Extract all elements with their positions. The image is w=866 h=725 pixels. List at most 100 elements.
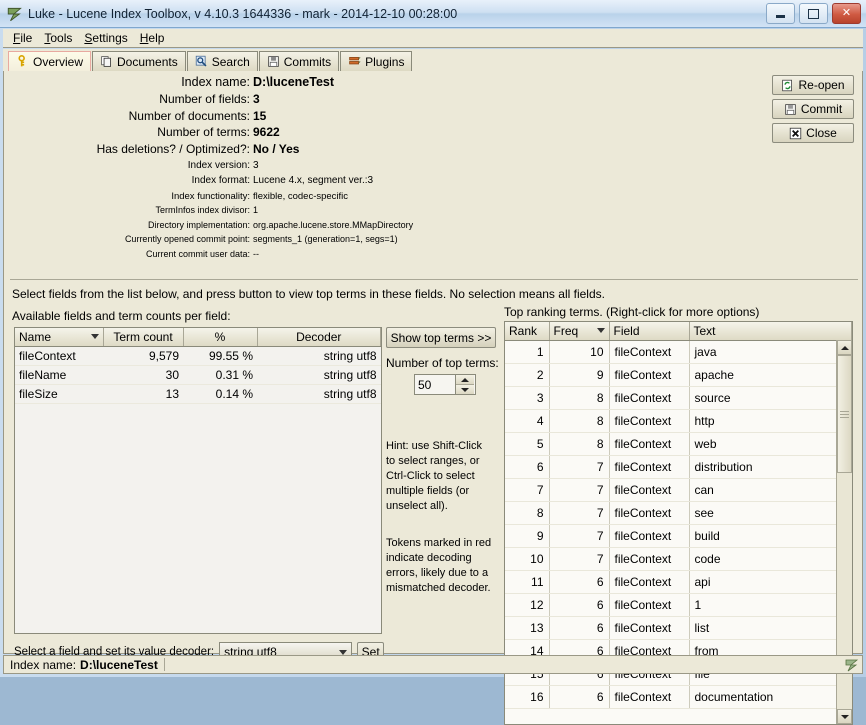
field-name-cell: fileContext [15,346,103,366]
tab-bar: Overview Documents Search Commits Plugin… [3,49,863,71]
info-row-index-name: Index name: D:\luceneTest [181,75,335,89]
info-row-commit-user-data: Current commit user data: -- [145,248,259,259]
tab-documents-label: Documents [117,54,178,69]
table-row[interactable]: 13 6 fileContext list [505,616,852,640]
scroll-down-button[interactable] [837,709,852,724]
overview-panel: Index name: D:\luceneTest Number of field… [3,71,863,725]
menu-item-settings[interactable]: Settings [80,30,135,46]
close-index-button-label: Close [806,126,837,140]
terms-col-field[interactable]: Field [609,322,690,341]
table-row[interactable]: fileName 30 0.31 % string utf8 [15,365,381,385]
title-bar: Luke - Lucene Index Toolbox, v 4.10.3 16… [0,0,866,28]
terms-field-cell: fileContext [609,455,690,479]
field-percent-cell: 0.14 % [183,384,257,404]
terms-text-cell: code [689,547,852,571]
minimize-button[interactable] [766,3,795,24]
grip-icon [840,410,849,418]
terms-text-cell: documentation [689,685,852,709]
terms-freq-cell: 6 [549,570,610,594]
index-action-buttons: Re-open Commit Close [772,75,854,143]
table-row[interactable]: 2 9 fileContext apache [505,363,852,387]
stepper-down-button[interactable] [456,385,474,394]
chevron-up-icon [840,345,849,350]
available-fields-table[interactable]: Name Term count % Decoder fileContext 9,… [14,327,382,634]
terms-text-cell: can [689,478,852,502]
fields-col-term-count[interactable]: Term count [103,328,184,347]
close-index-button[interactable]: Close [772,123,854,143]
stepper-up-button[interactable] [456,375,474,385]
fields-col-percent[interactable]: % [183,328,258,347]
terms-field-cell: fileContext [609,340,690,364]
table-row[interactable]: 3 8 fileContext source [505,386,852,410]
section-divider [10,279,858,280]
commit-button[interactable]: Commit [772,99,854,119]
terms-freq-cell: 6 [549,593,610,617]
table-row[interactable]: 12 6 fileContext 1 [505,593,852,617]
terms-text-cell: http [689,409,852,433]
terms-field-cell: fileContext [609,616,690,640]
terms-freq-cell: 9 [549,363,610,387]
chevron-up-icon [461,377,469,382]
table-row[interactable]: 8 7 fileContext see [505,501,852,525]
fields-col-decoder[interactable]: Decoder [257,328,381,347]
table-row[interactable]: 6 7 fileContext distribution [505,455,852,479]
scroll-up-button[interactable] [837,340,852,355]
table-row[interactable]: 16 6 fileContext documentation [505,685,852,709]
table-row[interactable]: 11 6 fileContext api [505,570,852,594]
tab-search[interactable]: Search [186,51,258,71]
terms-text-cell: build [689,524,852,548]
terms-rank-cell: 9 [505,524,550,548]
table-row[interactable]: fileSize 13 0.14 % string utf8 [15,384,381,404]
x-icon [789,127,802,139]
terms-text-cell: api [689,570,852,594]
terms-rank-cell: 8 [505,501,550,525]
reopen-icon [782,79,793,91]
tab-overview[interactable]: Overview [8,51,92,71]
show-top-terms-button[interactable]: Show top terms >> [386,327,496,348]
sort-caret-icon [90,334,99,340]
terms-col-rank[interactable]: Rank [505,322,550,341]
table-row[interactable]: 7 7 fileContext can [505,478,852,502]
status-bar: Index name: D:\luceneTest [3,655,863,674]
field-decoder-cell: string utf8 [257,365,381,385]
table-row[interactable]: 4 8 fileContext http [505,409,852,433]
tab-documents[interactable]: Documents [92,51,186,71]
menu-item-file[interactable]: File [9,30,40,46]
decoding-hint-text: Tokens marked in red indicate decoding e… [386,537,492,594]
tab-plugins-label: Plugins [365,54,405,69]
table-row[interactable]: 9 7 fileContext build [505,524,852,548]
terms-col-text[interactable]: Text [689,322,852,341]
terms-field-cell: fileContext [609,478,690,502]
table-row[interactable]: 1 10 fileContext java [505,340,852,364]
menu-item-help[interactable]: Help [136,30,173,46]
terms-freq-cell: 7 [549,501,610,525]
terms-field-cell: fileContext [609,363,690,387]
terms-freq-cell: 7 [549,478,610,502]
terms-text-cell: source [689,386,852,410]
table-row[interactable]: 5 8 fileContext web [505,432,852,456]
info-row-number-of-terms: Number of terms: 9622 [157,125,280,140]
field-termcount-cell: 9,579 [103,346,183,366]
terms-freq-cell: 6 [549,616,610,640]
maximize-button[interactable] [799,3,828,24]
info-row-index-format: Index format: Lucene 4.x, segment ver.:3 [191,175,374,186]
number-of-top-terms-input[interactable] [415,375,455,394]
number-of-top-terms-stepper[interactable] [414,374,476,395]
info-row-index-version: Index version: 3 [187,159,259,171]
info-row-number-of-fields: Number of fields: 3 [159,92,260,107]
fields-col-name[interactable]: Name [15,328,104,347]
scrollbar-thumb[interactable] [837,355,852,473]
terms-freq-cell: 10 [549,340,610,364]
terms-rank-cell: 13 [505,616,550,640]
table-row[interactable]: 10 7 fileContext code [505,547,852,571]
top-ranking-terms-label: Top ranking terms. (Right-click for more… [504,305,760,319]
tab-plugins[interactable]: Plugins [340,51,413,71]
close-button[interactable]: ✕ [832,3,861,24]
terms-text-cell: web [689,432,852,456]
table-row[interactable]: fileContext 9,579 99.55 % string utf8 [15,346,381,366]
terms-field-cell: fileContext [609,432,690,456]
menu-item-tools[interactable]: Tools [40,30,80,46]
terms-col-freq[interactable]: Freq [549,322,610,341]
tab-commits[interactable]: Commits [258,51,340,71]
reopen-button[interactable]: Re-open [772,75,854,95]
